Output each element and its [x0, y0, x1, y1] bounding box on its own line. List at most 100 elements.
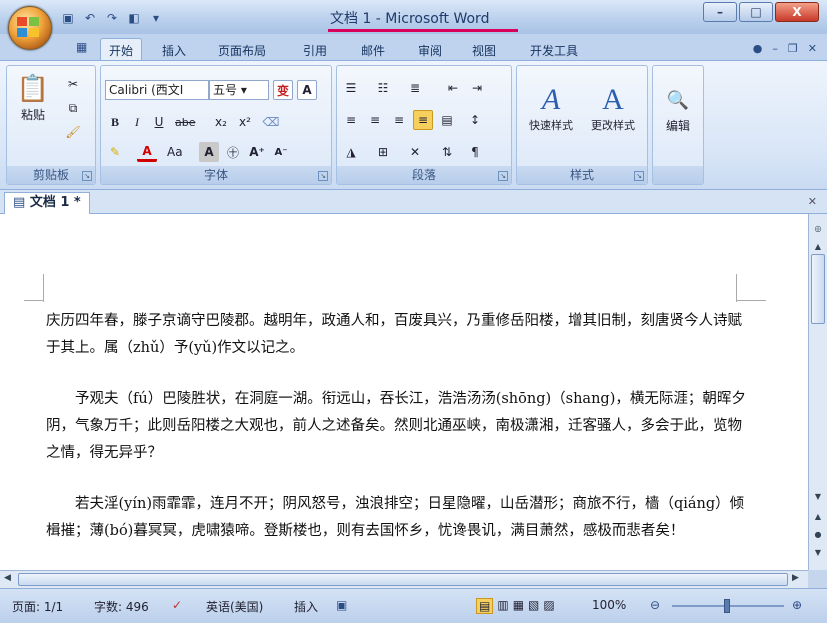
paragraph-1[interactable]: 庆历四年春，滕子京谪守巴陵郡。越明年，政通人和，百废具兴，乃重修岳阳楼，增其旧制…	[46, 308, 746, 362]
maximize-button[interactable]: □	[739, 2, 773, 22]
browse-object-icon[interactable]: ●	[811, 528, 825, 542]
print-preview-icon[interactable]: ◧	[126, 10, 142, 26]
ribbon-minimize-icon[interactable]: –	[772, 42, 778, 55]
tab-insert[interactable]: 插入	[162, 42, 186, 59]
close-button[interactable]: X	[775, 2, 819, 22]
tab-review[interactable]: 审阅	[418, 42, 442, 59]
vertical-scroll-thumb[interactable]	[811, 254, 825, 324]
char-shading-icon[interactable]: A	[199, 142, 219, 162]
insert-mode[interactable]: 插入	[294, 598, 318, 615]
office-logo-icon	[17, 17, 43, 39]
align-center-icon[interactable]: ≡	[365, 110, 385, 130]
italic-button[interactable]: I	[127, 112, 147, 132]
paste-button[interactable]: 📋 粘贴	[13, 72, 53, 124]
tab-extra-icon[interactable]: ▦	[76, 40, 87, 54]
ribbon-restore-icon[interactable]: ❐	[788, 42, 798, 55]
paragraph-3[interactable]: 若夫淫(yín)雨霏霏，连月不开；阴风怒号，浊浪排空；日星隐曜，山岳潜形；商旅不…	[46, 491, 746, 545]
word-count[interactable]: 字数: 496	[94, 598, 149, 615]
zoom-slider-thumb[interactable]	[724, 599, 730, 613]
editing-button[interactable]: 🔍 编辑	[657, 80, 699, 144]
draft-view-icon[interactable]: ▨	[543, 598, 554, 614]
bullets-icon[interactable]: ☰	[341, 78, 361, 98]
scroll-left-icon[interactable]: ◀	[4, 573, 11, 583]
previous-page-icon[interactable]: ▲	[811, 510, 825, 524]
scroll-up-icon[interactable]: ▲	[811, 240, 825, 254]
phonetic-guide-button[interactable]: 变	[273, 80, 293, 100]
change-case-button[interactable]: Aa	[167, 142, 183, 162]
format-painter-icon[interactable]: 🖌	[63, 122, 83, 142]
paragraph-2[interactable]: 予观夫（fú）巴陵胜状，在洞庭一湖。衔远山，吞长江，浩浩汤汤(shōng)（sh…	[46, 386, 746, 467]
zoom-out-icon[interactable]: ⊖	[650, 598, 660, 612]
bold-button[interactable]: B	[105, 112, 125, 132]
horizontal-scroll-thumb[interactable]	[18, 573, 788, 586]
spelling-check-icon[interactable]: ✓	[172, 598, 182, 612]
undo-icon[interactable]: ↶	[82, 10, 98, 26]
tab-mailings[interactable]: 邮件	[361, 42, 385, 59]
paragraph-launcher-icon[interactable]: ↘	[498, 171, 508, 181]
scroll-down-icon[interactable]: ▼	[811, 490, 825, 504]
tab-references[interactable]: 引用	[303, 42, 327, 59]
scroll-right-icon[interactable]: ▶	[792, 573, 799, 583]
document-tab[interactable]: ▤ 文档 1 *	[4, 192, 90, 214]
page-indicator[interactable]: 页面: 1/1	[12, 598, 63, 615]
sort-icon[interactable]: ⇅	[437, 142, 457, 162]
next-page-icon[interactable]: ▼	[811, 546, 825, 560]
styles-launcher-icon[interactable]: ↘	[634, 171, 644, 181]
justify-icon[interactable]: ≡	[413, 110, 433, 130]
font-launcher-icon[interactable]: ↘	[318, 171, 328, 181]
enclose-char-icon[interactable]: ㊉	[223, 142, 243, 162]
grow-font-icon[interactable]: A⁺	[247, 142, 267, 162]
strikethrough-button[interactable]: abe	[175, 112, 196, 132]
tab-view[interactable]: 视图	[472, 42, 496, 59]
tab-page-layout[interactable]: 页面布局	[218, 42, 266, 59]
clipboard-launcher-icon[interactable]: ↘	[82, 171, 92, 181]
vertical-scrollbar[interactable]: ◎ ▲ ▼ ▲ ● ▼	[808, 214, 827, 570]
underline-button[interactable]: U	[149, 112, 169, 132]
document-close-icon[interactable]: ✕	[808, 195, 817, 208]
font-name-combo[interactable]: Calibri (西文I	[105, 80, 209, 100]
decrease-indent-icon[interactable]: ⇤	[443, 78, 463, 98]
chinese-layout-icon[interactable]: ✕	[405, 142, 425, 162]
align-right-icon[interactable]: ≡	[389, 110, 409, 130]
cut-icon[interactable]: ✂	[63, 74, 83, 94]
zoom-in-icon[interactable]: ⊕	[792, 598, 802, 612]
print-layout-view-icon[interactable]: ▤	[476, 598, 494, 614]
shrink-font-icon[interactable]: A⁻	[271, 142, 291, 162]
minimize-button[interactable]: –	[703, 2, 737, 22]
multilevel-list-icon[interactable]: ≣	[405, 78, 425, 98]
show-marks-icon[interactable]: ¶	[465, 142, 485, 162]
clear-format-icon[interactable]: ⌫	[261, 112, 281, 132]
highlight-icon[interactable]: ✎	[105, 142, 125, 162]
horizontal-scrollbar[interactable]: ◀ ▶	[0, 570, 808, 588]
macro-record-icon[interactable]: ▣	[336, 598, 347, 612]
superscript-button[interactable]: x²	[235, 112, 255, 132]
document-page[interactable]: 庆历四年春，滕子京谪守巴陵郡。越明年，政通人和，百废具兴，乃重修岳阳楼，增其旧制…	[0, 214, 808, 570]
numbering-icon[interactable]: ☷	[373, 78, 393, 98]
change-styles-button[interactable]: A 更改样式	[583, 72, 643, 144]
ribbon-close-icon[interactable]: ✕	[808, 42, 817, 55]
borders-icon[interactable]: ⊞	[373, 142, 393, 162]
char-border-button[interactable]: A	[297, 80, 317, 100]
help-icon[interactable]: ●	[753, 42, 763, 55]
distributed-icon[interactable]: ▤	[437, 110, 457, 130]
subscript-button[interactable]: x₂	[211, 112, 231, 132]
full-screen-view-icon[interactable]: ▥	[497, 598, 508, 614]
line-spacing-icon[interactable]: ↕	[465, 110, 485, 130]
tab-developer[interactable]: 开发工具	[530, 42, 578, 59]
outline-view-icon[interactable]: ▧	[528, 598, 539, 614]
language-indicator[interactable]: 英语(美国)	[206, 598, 263, 615]
office-button[interactable]	[8, 6, 52, 50]
copy-icon[interactable]: ⧉	[63, 98, 83, 118]
font-size-combo[interactable]: 五号 ▾	[209, 80, 269, 100]
increase-indent-icon[interactable]: ⇥	[467, 78, 487, 98]
web-layout-view-icon[interactable]: ▦	[513, 598, 524, 614]
customize-qat-icon[interactable]: ▾	[148, 10, 164, 26]
ruler-toggle-icon[interactable]: ◎	[811, 222, 825, 236]
align-left-icon[interactable]: ≡	[341, 110, 361, 130]
save-icon[interactable]: ▣	[60, 10, 76, 26]
zoom-level[interactable]: 100%	[592, 598, 626, 612]
redo-icon[interactable]: ↷	[104, 10, 120, 26]
font-color-icon[interactable]: A	[137, 142, 157, 162]
shading-icon[interactable]: ◮	[341, 142, 361, 162]
quick-styles-button[interactable]: A 快速样式	[521, 72, 581, 144]
